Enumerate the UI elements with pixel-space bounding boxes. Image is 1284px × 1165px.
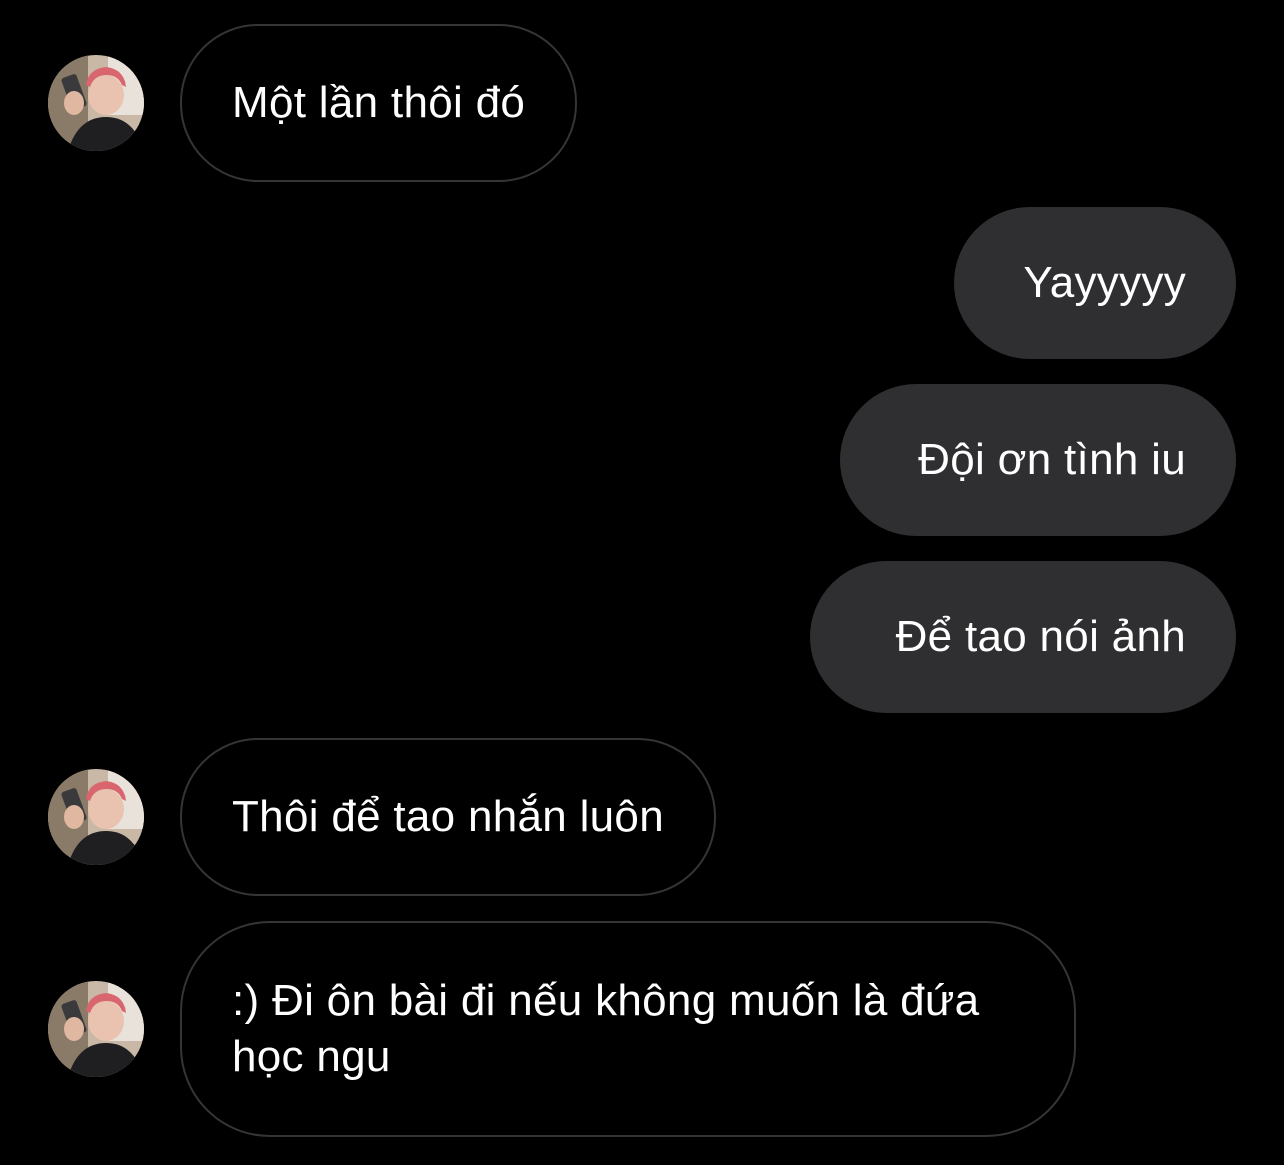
message-text: Đội ơn tình iu (918, 435, 1186, 484)
message-text: Yayyyyy (1023, 258, 1186, 307)
profile-photo-avatar-icon (48, 55, 144, 151)
avatar[interactable] (48, 55, 144, 151)
message-bubble[interactable]: Yayyyyy (954, 207, 1236, 359)
message-text: Một lần thôi đó (232, 78, 526, 127)
message-bubble[interactable]: Một lần thôi đó (180, 24, 578, 182)
profile-photo-avatar-icon (48, 981, 144, 1077)
avatar[interactable] (48, 981, 144, 1077)
message-text: Để tao nói ảnh (895, 612, 1186, 661)
message-bubble[interactable]: :) Đi ôn bài đi nếu không muốn là đứa họ… (180, 921, 1076, 1137)
message-bubble[interactable]: Thôi để tao nhắn luôn (180, 738, 716, 896)
message-bubble[interactable]: Để tao nói ảnh (810, 561, 1236, 713)
message-bubble[interactable]: Đội ơn tình iu (840, 384, 1236, 536)
profile-photo-avatar-icon (48, 769, 144, 865)
message-text: Thôi để tao nhắn luôn (232, 792, 664, 841)
avatar[interactable] (48, 769, 144, 865)
message-text: :) Đi ôn bài đi nếu không muốn là đứa họ… (232, 976, 980, 1081)
